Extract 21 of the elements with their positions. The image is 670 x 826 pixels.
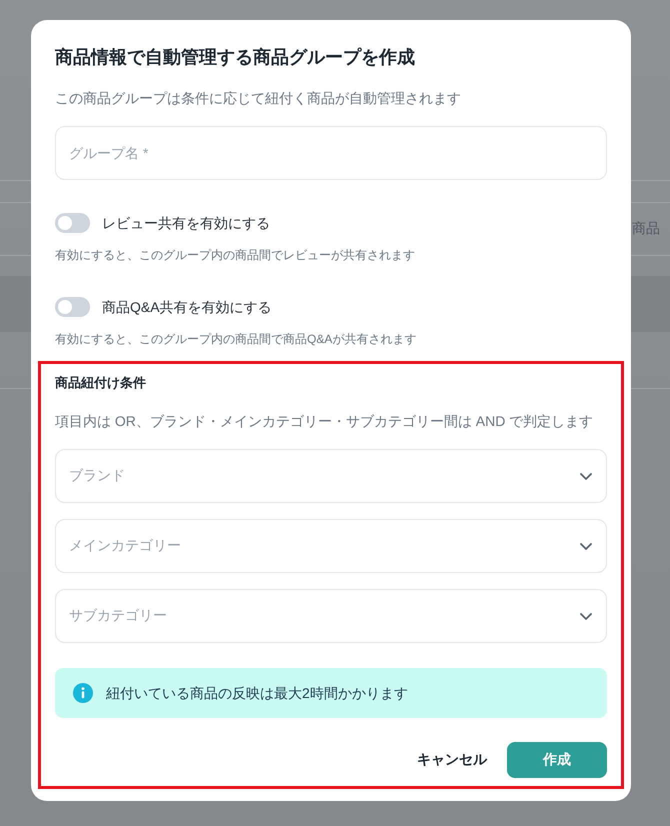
- chevron-down-icon: [580, 472, 592, 480]
- dialog-subtitle: この商品グループは条件に応じて紐付く商品が自動管理されます: [55, 89, 462, 108]
- dropdown-field[interactable]: ブランド: [55, 449, 607, 503]
- help-text: 有効にすると、このグループ内の商品間でレビューが共有されます: [55, 247, 415, 264]
- chevron-down-icon: [580, 542, 592, 550]
- notice-text: 紐付いている商品の反映は最大2時間かかります: [106, 684, 408, 703]
- info-icon: [73, 683, 93, 703]
- toggle-label: 商品Q&A共有を有効にする: [102, 298, 272, 317]
- cancel-button[interactable]: キャンセル: [417, 743, 487, 777]
- dropdown-field[interactable]: サブカテゴリー: [55, 589, 607, 643]
- dropdown-field[interactable]: メインカテゴリー: [55, 519, 607, 573]
- toggle-switch[interactable]: [55, 297, 90, 317]
- toggle-switch[interactable]: [55, 213, 90, 233]
- help-text: 有効にすると、このグループ内の商品間で商品Q&Aが共有されます: [55, 331, 416, 348]
- group-name-field[interactable]: グループ名 *: [55, 126, 607, 180]
- chevron-down-icon: [580, 612, 592, 620]
- create-button[interactable]: 作成: [507, 742, 607, 778]
- toggle-label: レビュー共有を有効にする: [102, 214, 270, 233]
- section-description: 項目内は OR、ブランド・メインカテゴリー・サブカテゴリー間は AND で判定します: [55, 412, 594, 431]
- dialog-title: 商品情報で自動管理する商品グループを作成: [55, 46, 416, 69]
- section-title: 商品紐付け条件: [55, 374, 147, 392]
